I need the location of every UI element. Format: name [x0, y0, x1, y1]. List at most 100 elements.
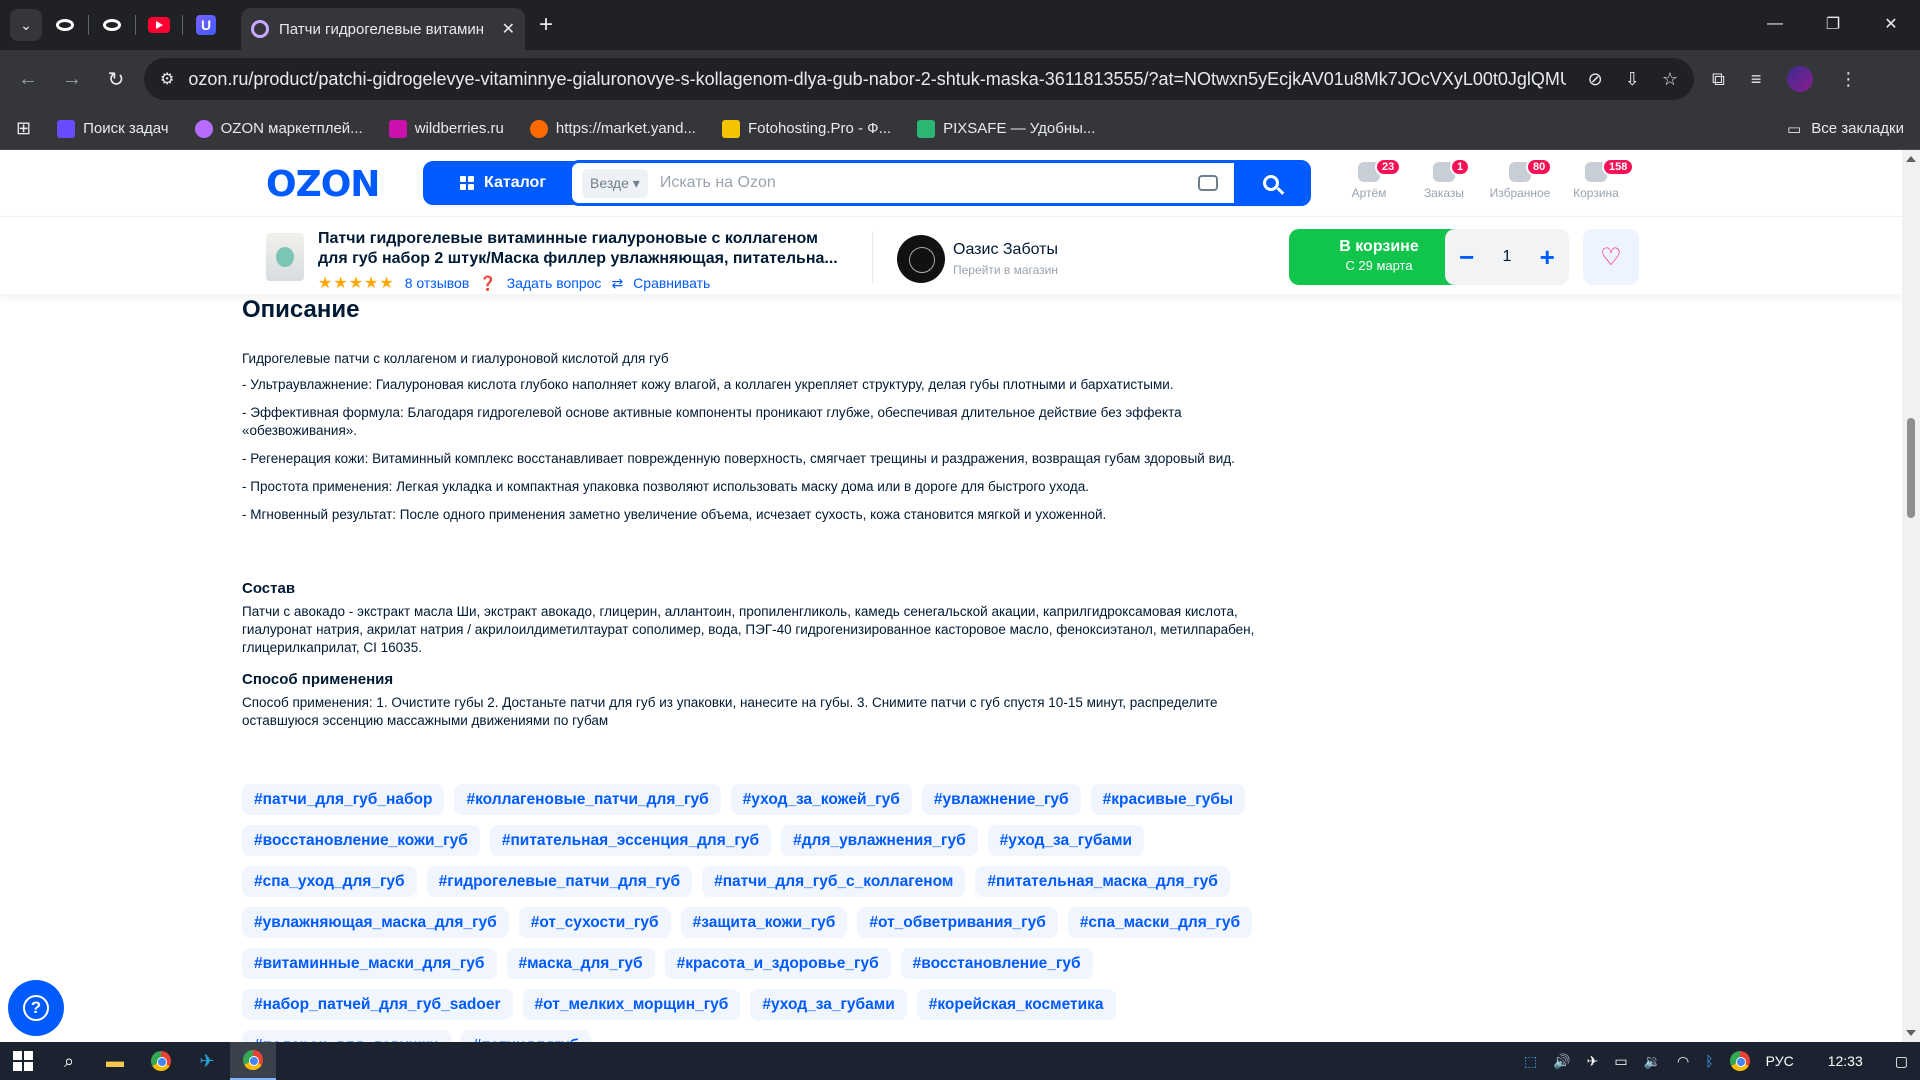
hashtag-link[interactable]: #от_обветривания_губ: [857, 907, 1058, 938]
hashtag-link[interactable]: #витаминные_маски_для_губ: [242, 948, 497, 979]
notifications-icon[interactable]: ▢: [1895, 1053, 1908, 1070]
reload-icon[interactable]: ↻: [94, 67, 138, 92]
site-settings-icon[interactable]: ⚙: [160, 69, 174, 89]
ozon-logo[interactable]: OZON: [266, 164, 380, 205]
seller-name[interactable]: Оазис Заботы: [953, 241, 1058, 259]
hashtag-link[interactable]: #для_увлажнения_губ: [781, 825, 978, 856]
seller-store-link[interactable]: Перейти в магазин: [953, 263, 1058, 277]
chrome-tray-icon[interactable]: [1729, 1051, 1750, 1071]
camera-icon[interactable]: [1198, 175, 1218, 191]
scroll-down-icon[interactable]: [1906, 1030, 1916, 1036]
hashtag-link[interactable]: #спа_маски_для_губ: [1067, 907, 1253, 938]
help-button[interactable]: ?: [8, 980, 64, 1036]
scroll-up-icon[interactable]: [1906, 156, 1916, 162]
header-favorites[interactable]: 80 Избранное: [1480, 158, 1560, 200]
minimize-icon[interactable]: —: [1746, 0, 1804, 48]
hashtag-link[interactable]: #от_мелких_морщин_губ: [522, 989, 741, 1020]
product-title[interactable]: Патчи гидрогелевые витаминные гиалуронов…: [318, 229, 848, 269]
seller-logo[interactable]: [897, 235, 945, 283]
extensions-icon[interactable]: ⧉: [1712, 69, 1725, 90]
battery-icon[interactable]: ▭: [1614, 1053, 1627, 1070]
hashtag-link[interactable]: #спа_уход_для_губ: [242, 866, 417, 897]
scroll-thumb[interactable]: [1907, 418, 1915, 518]
hashtag-link[interactable]: #увлажняющая_маска_для_губ: [242, 907, 509, 938]
back-icon[interactable]: ←: [6, 68, 50, 91]
chrome-taskbar-icon[interactable]: [138, 1042, 184, 1080]
all-bookmarks[interactable]: ▭ Все закладки: [1787, 120, 1904, 138]
file-explorer-icon[interactable]: ▬: [92, 1042, 138, 1080]
bookmark-item[interactable]: https://market.yand...: [529, 119, 696, 138]
profile-avatar[interactable]: [1787, 66, 1814, 92]
telegram-tray-icon[interactable]: ✈: [1587, 1053, 1599, 1070]
header-profile[interactable]: 23 Артём: [1329, 158, 1409, 200]
omnibox[interactable]: ⚙ ozon.ru/product/patchi-gidrogelevye-vi…: [144, 58, 1694, 100]
page-scrollbar[interactable]: [1902, 150, 1920, 1042]
bookmark-item[interactable]: wildberries.ru: [388, 119, 504, 138]
hashtag-link[interactable]: #от_сухости_губ: [518, 907, 671, 938]
pinned-tab-youtube[interactable]: [136, 6, 182, 44]
bookmark-item[interactable]: Поиск задач: [57, 119, 169, 138]
search-input[interactable]: Искать на Ozon: [660, 174, 1198, 192]
start-button[interactable]: [0, 1042, 46, 1080]
favorite-heart-button[interactable]: ♡: [1583, 229, 1639, 285]
search-scope-select[interactable]: Везде ▾: [582, 168, 648, 198]
hashtag-link[interactable]: #питательная_эссенция_для_губ: [489, 825, 772, 856]
chrome-active-taskbar-icon[interactable]: [230, 1042, 276, 1080]
hashtag-link[interactable]: #красивые_губы: [1090, 784, 1246, 815]
close-tab-icon[interactable]: ✕: [502, 19, 515, 39]
volume-mixer-icon[interactable]: 🔊: [1553, 1053, 1570, 1070]
active-tab[interactable]: Патчи гидрогелевые витамин ✕: [241, 8, 525, 50]
restore-icon[interactable]: ❐: [1804, 0, 1862, 48]
search-button[interactable]: [1234, 163, 1308, 203]
hashtag-link[interactable]: #уход_за_кожей_губ: [730, 784, 912, 815]
tab-search-chevron-icon[interactable]: ⌄: [10, 9, 42, 41]
clock[interactable]: 12:33: [1828, 1053, 1863, 1069]
language-indicator[interactable]: РУС: [1766, 1053, 1794, 1069]
compare-link[interactable]: Сравнивать: [633, 275, 710, 291]
in-cart-button[interactable]: В корзине С 29 марта: [1289, 229, 1469, 285]
hashtag-link[interactable]: #маска_для_губ: [506, 948, 655, 979]
install-app-icon[interactable]: ⇩: [1625, 69, 1640, 90]
ask-question-link[interactable]: Задать вопрос: [507, 275, 602, 291]
hashtag-link[interactable]: #восстановление_кожи_губ: [242, 825, 480, 856]
hashtag-link[interactable]: #подарок_для_девушки: [242, 1030, 451, 1042]
catalog-button[interactable]: Каталог: [423, 161, 583, 205]
hashtag-link[interactable]: #гидрогелевые_патчи_для_губ: [426, 866, 693, 897]
hashtag-link[interactable]: #питательная_маска_для_губ: [975, 866, 1230, 897]
speaker-icon[interactable]: 🔉: [1644, 1053, 1661, 1070]
hashtag-link[interactable]: #патчи_для_губ_набор: [242, 784, 445, 815]
search-taskbar-icon[interactable]: ⌕: [46, 1042, 92, 1080]
wifi-icon[interactable]: ◠: [1677, 1053, 1689, 1070]
apps-grid-icon[interactable]: ⊞: [16, 118, 31, 139]
header-orders[interactable]: 1 Заказы: [1404, 158, 1484, 200]
hashtag-link[interactable]: #патчи_для_губ_с_коллагеном: [702, 866, 966, 897]
pinned-tab-ozon-2[interactable]: [89, 6, 135, 44]
bookmark-star-icon[interactable]: ☆: [1662, 69, 1678, 90]
hashtag-link[interactable]: #восстановление_губ: [900, 948, 1093, 979]
hashtag-link[interactable]: #защита_кожи_губ: [680, 907, 848, 938]
bookmark-item[interactable]: Fotohosting.Pro - Ф...: [721, 119, 891, 138]
hashtag-link[interactable]: #корейская_косметика: [916, 989, 1116, 1020]
forward-icon[interactable]: →: [50, 68, 94, 91]
minus-icon[interactable]: −: [1459, 242, 1474, 273]
hashtag-link[interactable]: #уход_за_губами: [750, 989, 907, 1020]
screen-capture-icon[interactable]: ⬚: [1524, 1053, 1537, 1070]
bookmark-item[interactable]: PIXSAFE — Удобны...: [917, 119, 1095, 138]
hashtag-link[interactable]: #красота_и_здоровье_губ: [664, 948, 891, 979]
media-controls-icon[interactable]: ≡: [1751, 69, 1762, 90]
hashtag-link[interactable]: #коллагеновые_патчи_для_губ: [454, 784, 721, 815]
telegram-icon[interactable]: ✈: [184, 1042, 230, 1080]
bookmark-item[interactable]: OZON маркетплей...: [194, 119, 363, 138]
close-window-icon[interactable]: ✕: [1862, 0, 1920, 48]
pinned-tab-u[interactable]: U: [183, 6, 229, 44]
tracking-off-icon[interactable]: ⊘: [1588, 69, 1603, 90]
plus-icon[interactable]: +: [1540, 242, 1555, 273]
product-thumbnail[interactable]: [266, 233, 304, 281]
bluetooth-icon[interactable]: ᛒ: [1705, 1053, 1713, 1069]
menu-kebab-icon[interactable]: ⋮: [1839, 69, 1857, 90]
hashtag-link[interactable]: #набор_патчей_для_губ_sadoer: [242, 989, 513, 1020]
hashtag-link[interactable]: #увлажнение_губ: [921, 784, 1081, 815]
new-tab-icon[interactable]: +: [539, 11, 553, 39]
reviews-link[interactable]: 8 отзывов: [405, 275, 470, 291]
header-cart[interactable]: 158 Корзина: [1556, 158, 1636, 200]
